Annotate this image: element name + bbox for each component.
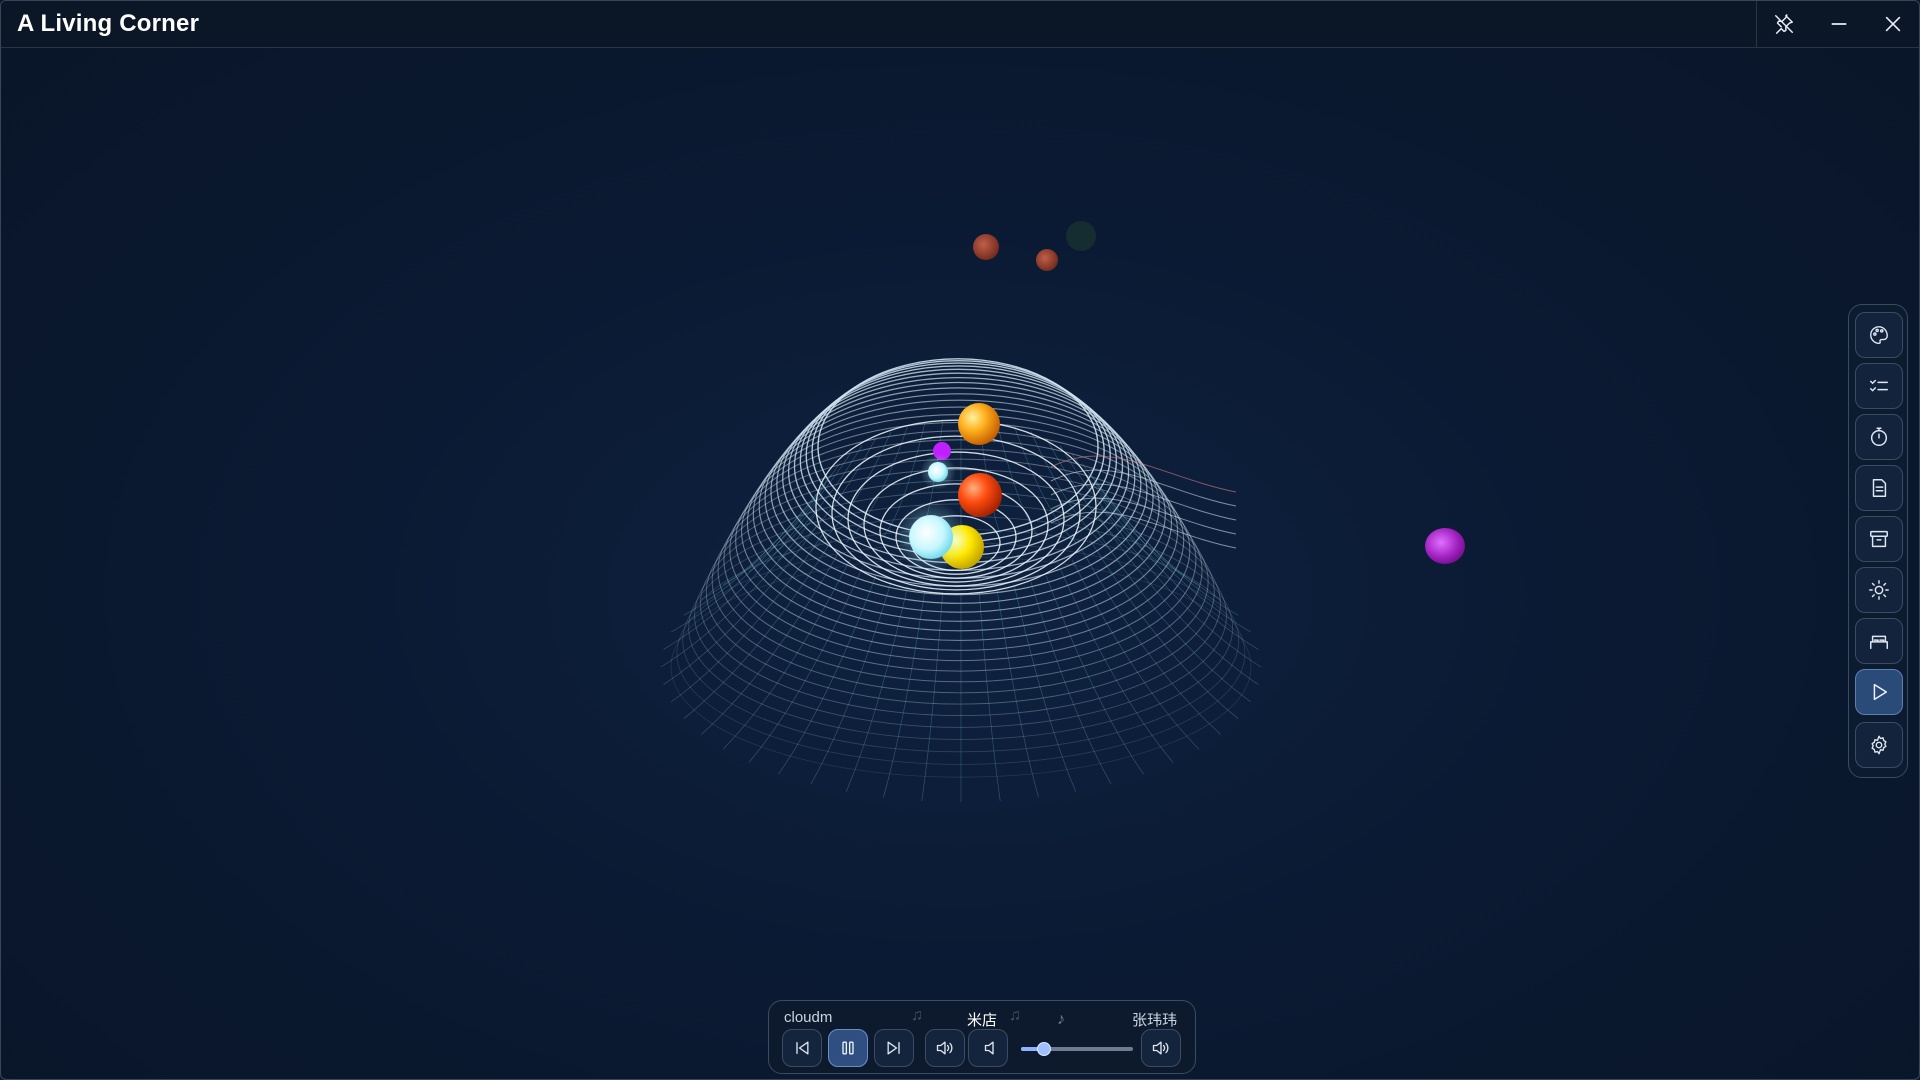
mesh-spoke <box>683 540 832 719</box>
mesh-spoke <box>883 590 926 798</box>
music-note-icon: ♪ <box>1057 1011 1065 1028</box>
music-note-icon: ♫ <box>911 1007 923 1024</box>
mesh-spoke <box>701 463 841 600</box>
visualizer-scene[interactable] <box>1 47 1919 1079</box>
note-icon <box>1872 479 1887 497</box>
music-note-icon: ♫ <box>1009 1007 1021 1024</box>
titlebar-divider <box>1756 1 1757 47</box>
palette-icon <box>1870 326 1888 344</box>
archive-button[interactable] <box>1855 516 1903 562</box>
mesh-spoke <box>996 590 1039 798</box>
timer-icon <box>1870 427 1888 446</box>
mesh-ring <box>705 480 1215 705</box>
settings-button[interactable] <box>1855 722 1903 768</box>
cyan-orb <box>909 515 953 559</box>
checklist-button[interactable] <box>1855 363 1903 409</box>
orange-orb <box>958 403 1000 445</box>
title-bar[interactable]: A Living Corner <box>1 1 1919 48</box>
volume-down-icon <box>984 1041 994 1055</box>
red-orb <box>958 473 1002 517</box>
theme-button[interactable] <box>1855 312 1903 358</box>
volume-slider[interactable] <box>1021 1042 1133 1056</box>
unpin-button[interactable] <box>1758 1 1810 47</box>
previous-icon <box>796 1041 809 1055</box>
mesh-spoke <box>996 423 1039 537</box>
faint-green-orb <box>1066 221 1096 251</box>
window-title: A Living Corner <box>17 10 200 37</box>
mesh-spoke <box>1090 540 1239 719</box>
mesh-ripple <box>1050 455 1237 493</box>
unpin-icon <box>1775 14 1793 34</box>
volume-up-icon <box>936 1041 953 1055</box>
dim-red-orb-2 <box>1036 249 1058 271</box>
magenta-orb <box>1425 528 1465 564</box>
volume-down-button[interactable] <box>968 1029 1008 1067</box>
minimize-button[interactable] <box>1813 1 1865 47</box>
player-button[interactable] <box>1855 669 1903 715</box>
close-icon <box>1885 16 1901 32</box>
mesh-spoke <box>1081 550 1222 735</box>
app-window: A Living Corner cloudm 米店 张玮玮 ♫ ♫ ♪ <box>0 0 1920 1080</box>
bed-icon <box>1870 635 1888 650</box>
settings-icon <box>1871 735 1887 755</box>
cyan-small-orb <box>928 462 948 482</box>
volume-icon <box>1152 1041 1169 1055</box>
sleep-button[interactable] <box>1855 618 1903 664</box>
side-toolbar <box>1848 304 1908 778</box>
volume-slider-thumb[interactable] <box>1037 1042 1052 1056</box>
mesh-spoke <box>921 593 944 801</box>
pause-button[interactable] <box>828 1029 868 1067</box>
play-icon <box>1873 683 1888 701</box>
volume-button[interactable] <box>1141 1029 1181 1067</box>
mesh-spoke <box>700 550 841 735</box>
track-artist: 张玮玮 <box>1132 1012 1178 1029</box>
close-button[interactable] <box>1867 1 1919 47</box>
mesh-spoke <box>978 593 1001 801</box>
spacetime-visualizer <box>660 221 1465 802</box>
checklist-icon <box>1870 379 1888 392</box>
next-button[interactable] <box>874 1029 914 1067</box>
mesh-spoke <box>1059 568 1174 763</box>
dim-red-orb-1 <box>973 234 999 260</box>
player-source: cloudm <box>784 1009 833 1026</box>
volume-up-button[interactable] <box>925 1029 965 1067</box>
sun-icon <box>1869 580 1889 600</box>
notes-button[interactable] <box>1855 465 1903 511</box>
timer-button[interactable] <box>1855 414 1903 460</box>
previous-button[interactable] <box>782 1029 822 1067</box>
brightness-button[interactable] <box>1855 567 1903 613</box>
track-title: 米店 <box>967 1012 998 1029</box>
pause-icon <box>842 1041 854 1055</box>
minimize-icon <box>1831 23 1847 25</box>
archive-icon <box>1870 530 1888 548</box>
next-icon <box>887 1041 900 1055</box>
music-player: cloudm 米店 张玮玮 ♫ ♫ ♪ <box>768 1000 1196 1074</box>
